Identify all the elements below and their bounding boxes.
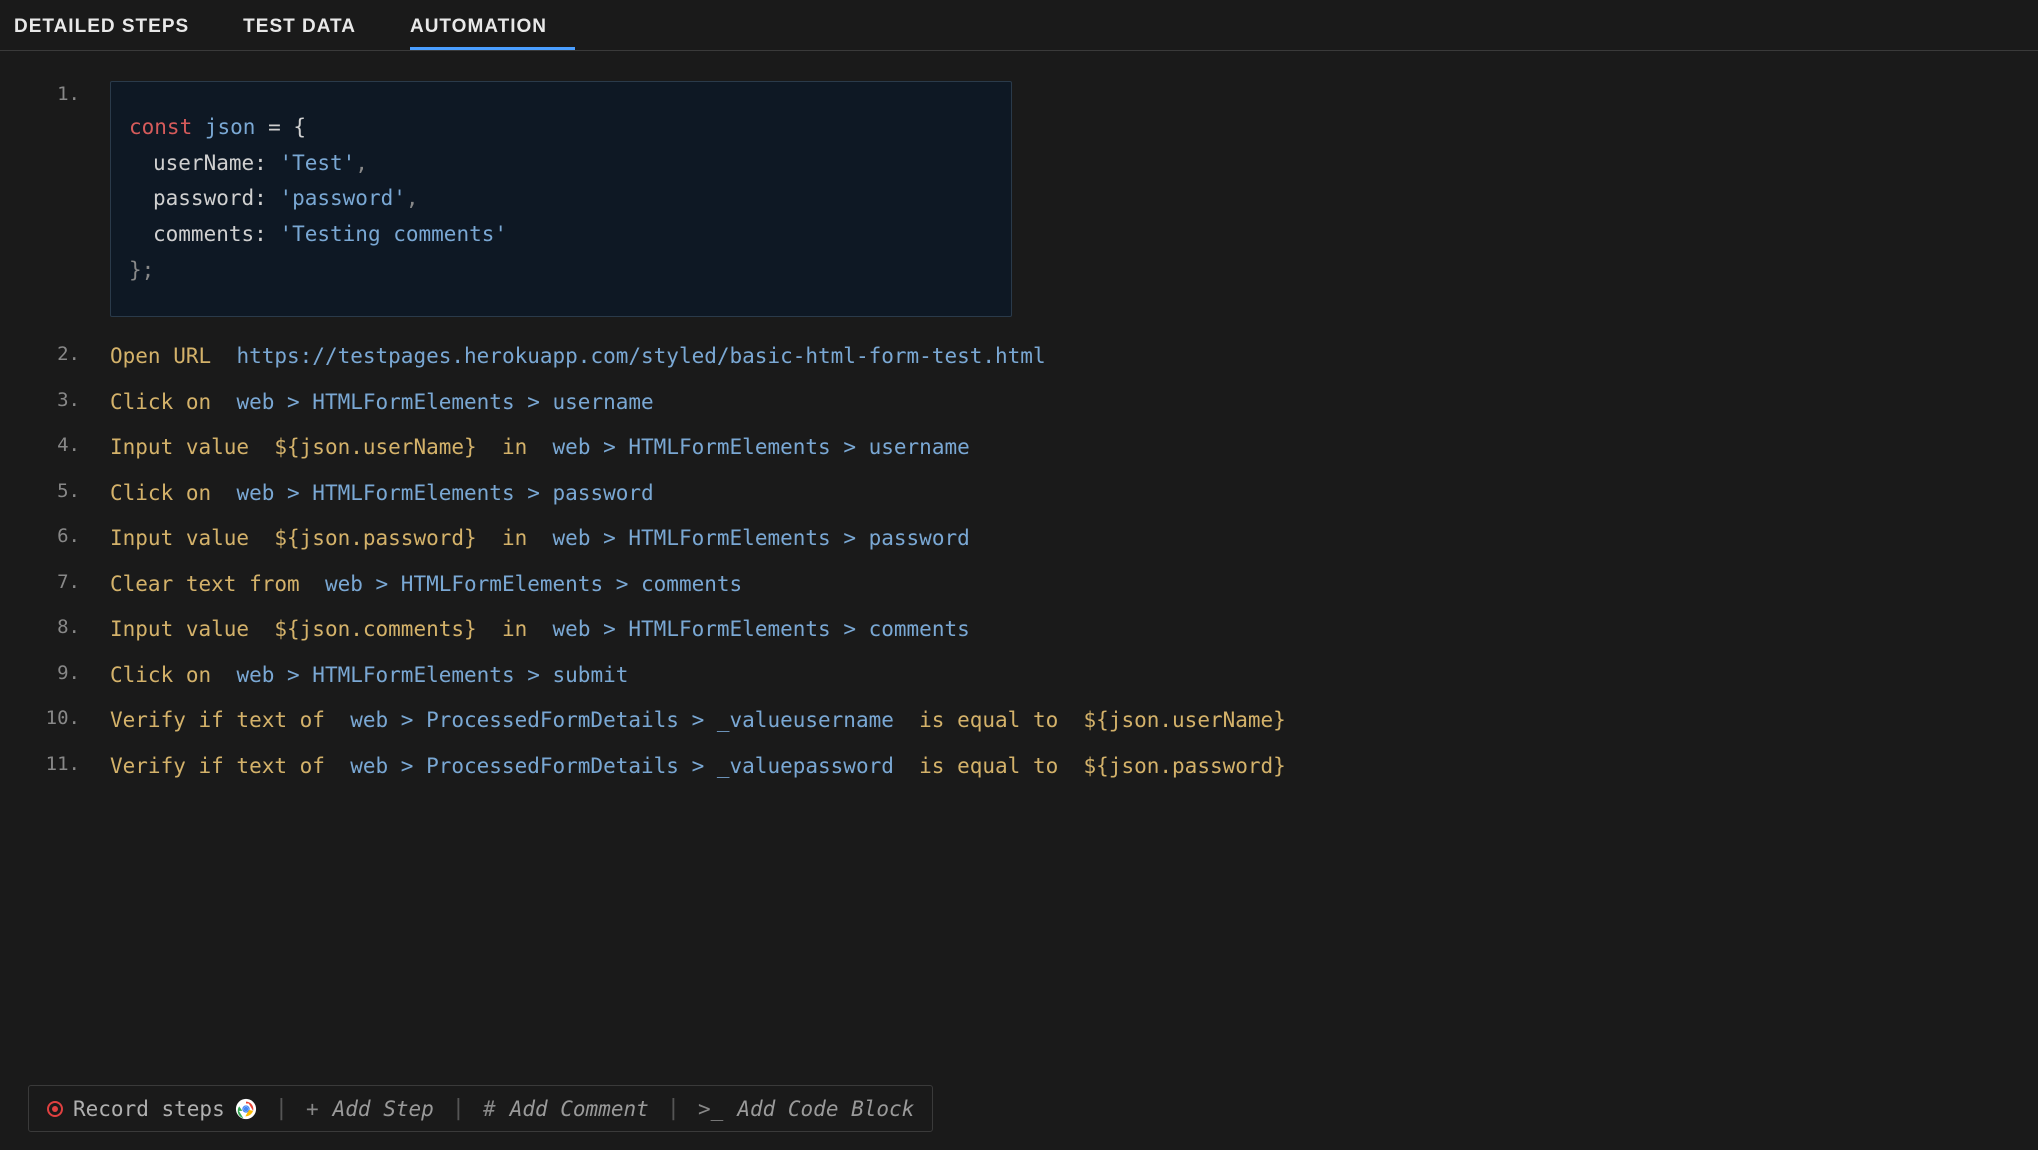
code-punc: , xyxy=(355,151,368,175)
step-number: 11. xyxy=(40,751,110,775)
bottom-toolbar: Record steps | + Add Step | # Add Commen… xyxy=(28,1085,933,1132)
step-command: Input value xyxy=(110,526,274,550)
step-command: Input value xyxy=(110,435,274,459)
step-number: 6. xyxy=(40,523,110,547)
step-number: 1. xyxy=(40,81,110,105)
step-expression: ${json.comments} xyxy=(274,617,476,641)
code-block[interactable]: const json = { userName: 'Test', passwor… xyxy=(110,81,1012,317)
step-mid: in xyxy=(477,435,553,459)
code-punc: }; xyxy=(129,258,154,282)
step-row[interactable]: 11. Verify if text of web > ProcessedFor… xyxy=(40,751,1998,783)
step-number: 10. xyxy=(40,705,110,729)
add-step-label: Add Step xyxy=(333,1097,434,1121)
step-row[interactable]: 7. Clear text from web > HTMLFormElement… xyxy=(40,569,1998,601)
code-punc: , xyxy=(406,186,419,210)
code-prop: userName: xyxy=(153,151,279,175)
step-mid: in xyxy=(477,617,553,641)
step-command: Input value xyxy=(110,617,274,641)
code-string: 'password' xyxy=(279,186,405,210)
step-expression: ${json.password} xyxy=(274,526,476,550)
add-comment-button[interactable]: # Add Comment xyxy=(483,1097,649,1121)
step-row[interactable]: 2. Open URL https://testpages.herokuapp.… xyxy=(40,341,1998,373)
step-number: 2. xyxy=(40,341,110,365)
code-prop: password: xyxy=(153,186,279,210)
add-code-block-button[interactable]: >_ Add Code Block xyxy=(698,1097,914,1121)
step-command: Clear text from xyxy=(110,572,325,596)
step-path: web > ProcessedFormDetails > _valueusern… xyxy=(350,708,894,732)
step-mid: in xyxy=(477,526,553,550)
step-row[interactable]: 6. Input value ${json.password} in web >… xyxy=(40,523,1998,555)
step-expression: ${json.userName} xyxy=(1084,708,1286,732)
step-path: https://testpages.herokuapp.com/styled/b… xyxy=(236,344,1045,368)
step-number: 9. xyxy=(40,660,110,684)
step-row[interactable]: 8. Input value ${json.comments} in web >… xyxy=(40,614,1998,646)
step-row[interactable]: 9. Click on web > HTMLFormElements > sub… xyxy=(40,660,1998,692)
tab-automation[interactable]: AUTOMATION xyxy=(410,0,575,50)
step-path: web > HTMLFormElements > username xyxy=(553,435,970,459)
toolbar-divider: | xyxy=(275,1096,288,1121)
step-number: 8. xyxy=(40,614,110,638)
step-number: 3. xyxy=(40,387,110,411)
step-command: Click on xyxy=(110,390,236,414)
step-path: web > HTMLFormElements > username xyxy=(236,390,653,414)
step-row[interactable]: 1. const json = { userName: 'Test', pass… xyxy=(40,81,1998,327)
code-var: json xyxy=(192,115,255,139)
code-string: 'Testing comments' xyxy=(279,222,507,246)
tabs-bar: DETAILED STEPS TEST DATA AUTOMATION xyxy=(0,0,2038,51)
step-expression: ${json.password} xyxy=(1084,754,1286,778)
chrome-icon xyxy=(235,1098,257,1120)
code-keyword: const xyxy=(129,115,192,139)
add-comment-label: Add Comment xyxy=(510,1097,649,1121)
code-text: = { xyxy=(255,115,306,139)
step-command: Open URL xyxy=(110,344,236,368)
step-expression: ${json.userName} xyxy=(274,435,476,459)
step-command: Click on xyxy=(110,663,236,687)
step-number: 4. xyxy=(40,432,110,456)
step-number: 5. xyxy=(40,478,110,502)
step-mid: is equal to xyxy=(894,754,1084,778)
record-label: Record steps xyxy=(73,1097,225,1121)
tab-test-data[interactable]: TEST DATA xyxy=(243,0,384,50)
add-code-label: Add Code Block xyxy=(737,1097,914,1121)
tab-detailed-steps[interactable]: DETAILED STEPS xyxy=(14,0,217,50)
step-path: web > HTMLFormElements > comments xyxy=(553,617,970,641)
hash-icon: # xyxy=(483,1097,496,1121)
step-command: Click on xyxy=(110,481,236,505)
step-row[interactable]: 4. Input value ${json.userName} in web >… xyxy=(40,432,1998,464)
step-command: Verify if text of xyxy=(110,754,350,778)
record-icon xyxy=(47,1101,63,1117)
code-prop: comments: xyxy=(153,222,279,246)
step-path: web > HTMLFormElements > password xyxy=(553,526,970,550)
code-string: 'Test' xyxy=(279,151,355,175)
step-mid: is equal to xyxy=(894,708,1084,732)
record-steps-button[interactable]: Record steps xyxy=(47,1097,257,1121)
toolbar-divider: | xyxy=(667,1096,680,1121)
add-step-button[interactable]: + Add Step xyxy=(306,1097,434,1121)
step-row[interactable]: 5. Click on web > HTMLFormElements > pas… xyxy=(40,478,1998,510)
steps-content: 1. const json = { userName: 'Test', pass… xyxy=(0,51,2038,782)
step-path: web > HTMLFormElements > submit xyxy=(236,663,628,687)
step-command: Verify if text of xyxy=(110,708,350,732)
step-path: web > HTMLFormElements > password xyxy=(236,481,653,505)
step-row[interactable]: 10. Verify if text of web > ProcessedFor… xyxy=(40,705,1998,737)
step-row[interactable]: 3. Click on web > HTMLFormElements > use… xyxy=(40,387,1998,419)
plus-icon: + xyxy=(306,1097,319,1121)
toolbar-divider: | xyxy=(452,1096,465,1121)
step-number: 7. xyxy=(40,569,110,593)
terminal-icon: >_ xyxy=(698,1097,723,1121)
step-path: web > ProcessedFormDetails > _valuepassw… xyxy=(350,754,894,778)
step-path: web > HTMLFormElements > comments xyxy=(325,572,742,596)
